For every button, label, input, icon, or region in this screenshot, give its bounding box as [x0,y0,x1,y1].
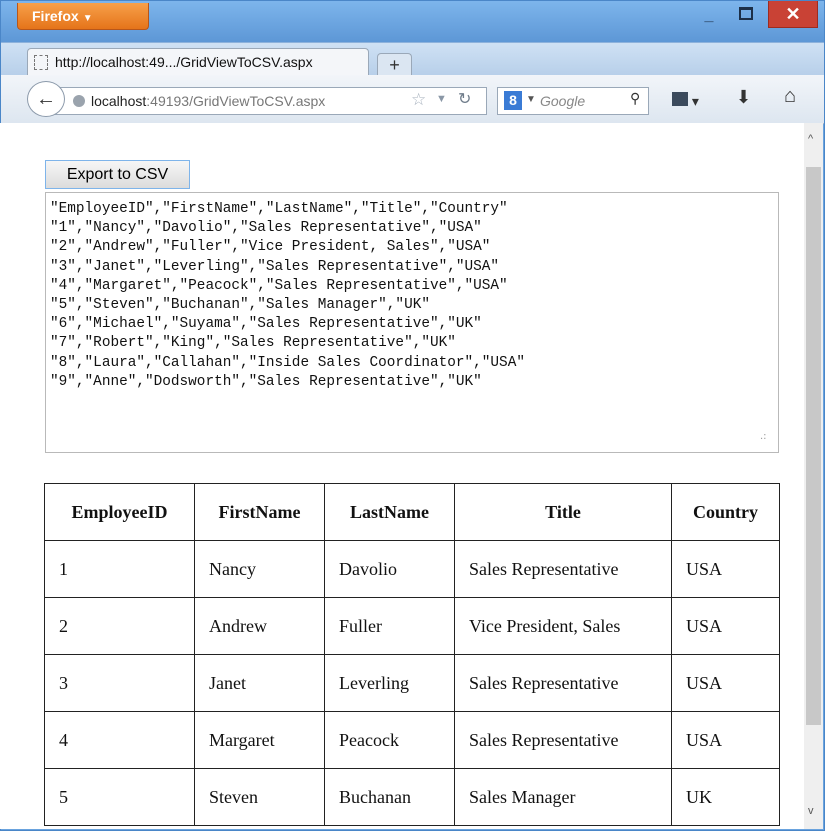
new-tab-button[interactable]: + [377,53,412,77]
search-input[interactable]: Google [540,88,585,115]
url-text: localhost:49193/GridViewToCSV.aspx [91,88,325,115]
table-row: 2 Andrew Fuller Vice President, Sales US… [44,597,780,655]
column-header-title: Title [454,483,672,541]
table-row: 3 Janet Leverling Sales Representative U… [44,654,780,712]
grid-header-row: EmployeeID FirstName LastName Title Coun… [44,483,780,541]
table-cell: UK [671,768,780,826]
table-cell: Margaret [194,711,325,769]
reload-icon[interactable]: ↻ [458,89,471,109]
minimize-button[interactable]: _ [692,1,726,28]
table-cell: Sales Representative [454,654,672,712]
site-identity-icon[interactable] [73,95,85,107]
table-cell: Peacock [324,711,455,769]
maximize-icon [739,7,753,20]
table-cell: 3 [44,654,195,712]
maximize-button[interactable] [729,1,763,28]
export-to-csv-button[interactable]: Export to CSV [45,160,190,189]
table-cell: USA [671,711,780,769]
csv-output-textarea[interactable]: "EmployeeID","FirstName","LastName","Tit… [45,192,779,453]
scroll-up-icon[interactable]: ^ [808,133,813,145]
scroll-down-icon[interactable]: v [808,805,814,817]
bookmark-star-icon[interactable]: ☆ [411,90,426,110]
column-header-country: Country [671,483,780,541]
column-header-lastname: LastName [324,483,455,541]
table-cell: 2 [44,597,195,655]
table-cell: Sales Representative [454,711,672,769]
table-cell: USA [671,654,780,712]
navigation-bar: localhost:49193/GridViewToCSV.aspx ☆ ▼ ↻… [1,75,824,124]
tab-strip: http://localhost:49.../GridViewToCSV.asp… [1,42,824,77]
table-cell: 5 [44,768,195,826]
firefox-menu-button[interactable]: Firefox ▼ [17,3,149,30]
history-dropdown-icon[interactable]: ▼ [436,93,447,105]
page-favicon-icon [34,55,48,70]
url-bar[interactable]: localhost:49193/GridViewToCSV.aspx ☆ ▼ ↻ [55,87,487,115]
column-header-firstname: FirstName [194,483,325,541]
download-icon[interactable]: ⬇ [736,87,751,108]
search-bar[interactable]: 8 ▼ Google ⚲ [497,87,649,115]
scrollbar-thumb[interactable] [806,167,821,725]
back-button[interactable]: ← [27,81,65,117]
table-cell: Sales Manager [454,768,672,826]
table-cell: 1 [44,540,195,598]
bookmarks-icon [672,92,688,106]
table-cell: Fuller [324,597,455,655]
firefox-menu-label: Firefox [32,8,79,24]
search-engine-dropdown-icon[interactable]: ▼ [526,94,536,105]
search-engine-icon[interactable]: 8 [504,91,522,110]
table-cell: 4 [44,711,195,769]
table-cell: Steven [194,768,325,826]
search-icon[interactable]: ⚲ [630,90,640,107]
table-cell: Vice President, Sales [454,597,672,655]
table-cell: Sales Representative [454,540,672,598]
vertical-scrollbar[interactable]: ^ v [804,123,823,829]
table-cell: USA [671,540,780,598]
bookmarks-dropdown-icon: ▾ [691,93,699,109]
table-cell: Buchanan [324,768,455,826]
url-host: localhost [91,93,147,109]
table-cell: Leverling [324,654,455,712]
page-content: Export to CSV "EmployeeID","FirstName","… [0,123,804,829]
column-header-employeeid: EmployeeID [44,483,195,541]
title-bar: Firefox ▼ _ ✕ [1,1,824,42]
table-row: 5 Steven Buchanan Sales Manager UK [44,768,780,826]
table-cell: Janet [194,654,325,712]
table-row: 1 Nancy Davolio Sales Representative USA [44,540,780,598]
chevron-down-icon: ▼ [82,13,93,24]
tab-title: http://localhost:49.../GridViewToCSV.asp… [55,54,313,70]
close-button[interactable]: ✕ [768,1,818,28]
employee-grid: EmployeeID FirstName LastName Title Coun… [44,483,780,826]
bookmarks-button[interactable]: ▾ [672,87,712,111]
table-row: 4 Margaret Peacock Sales Representative … [44,711,780,769]
table-cell: Nancy [194,540,325,598]
table-cell: Davolio [324,540,455,598]
back-arrow-icon: ← [36,88,56,110]
tab-gridviewtocsv[interactable]: http://localhost:49.../GridViewToCSV.asp… [27,48,369,76]
home-icon[interactable]: ⌂ [784,85,796,108]
url-path: :49193/GridViewToCSV.aspx [146,93,326,109]
table-cell: USA [671,597,780,655]
table-cell: Andrew [194,597,325,655]
